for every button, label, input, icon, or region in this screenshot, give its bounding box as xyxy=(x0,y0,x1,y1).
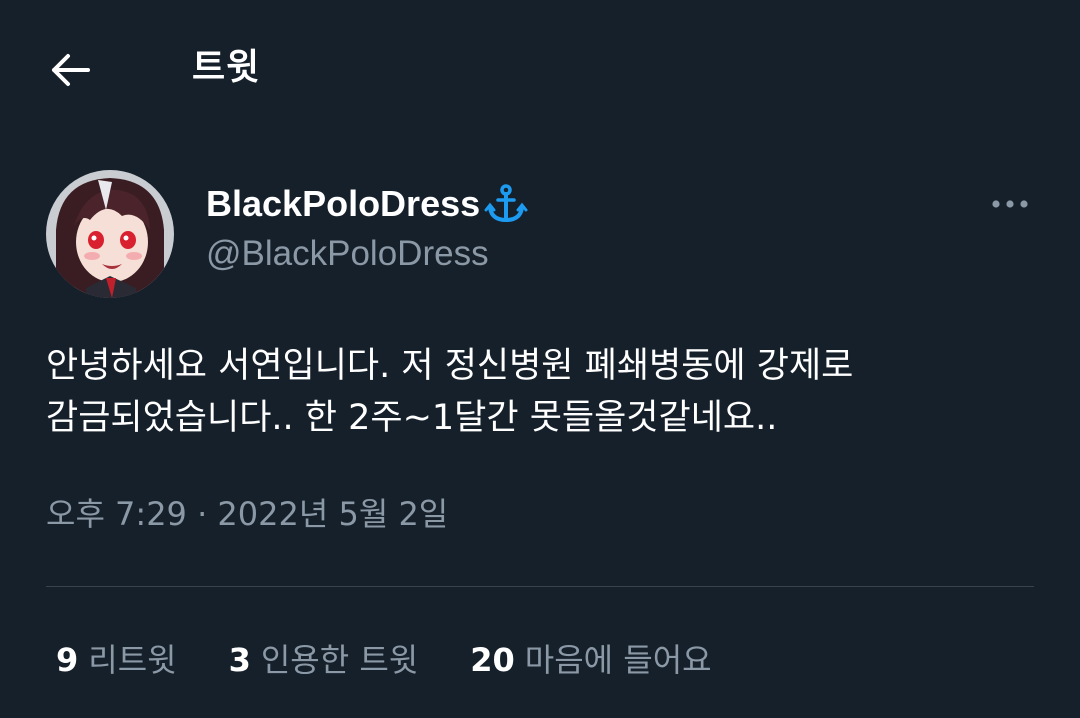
quote-tweets-label: 인용한 트윗 xyxy=(260,641,419,679)
quote-tweets-stat[interactable]: 3 인용한 트윗 xyxy=(229,635,419,681)
back-button[interactable] xyxy=(44,44,96,96)
likes-count: 20 xyxy=(470,641,515,679)
tweet-text: 안녕하세요 서연입니다. 저 정신병원 폐쇄병동에 강제로 감금되었습니다.. … xyxy=(46,340,1046,444)
quote-tweets-count: 3 xyxy=(228,641,251,679)
retweets-count: 9 xyxy=(56,641,79,679)
likes-label: 마음에 들어요 xyxy=(524,641,712,679)
top-bar: 트윗 xyxy=(0,0,1080,140)
author-handle[interactable]: @BlackPoloDress xyxy=(206,228,528,280)
anchor-icon xyxy=(484,184,528,224)
retweets-stat[interactable]: 9 리트윗 xyxy=(56,635,177,681)
retweets-label: 리트윗 xyxy=(88,641,177,679)
divider xyxy=(46,586,1034,587)
page-title: 트윗 xyxy=(192,47,261,88)
arrow-left-icon xyxy=(52,54,90,86)
more-options-button[interactable] xyxy=(986,188,1034,220)
author-info: BlackPoloDress @BlackPoloDress xyxy=(206,180,528,280)
tweet-stats: 9 리트윗 3 인용한 트윗 20 마음에 들어요 xyxy=(56,634,764,682)
avatar[interactable] xyxy=(46,170,174,298)
likes-stat[interactable]: 20 마음에 들어요 xyxy=(470,635,711,681)
avatar-image xyxy=(46,170,174,298)
display-name-row: BlackPoloDress xyxy=(206,180,528,228)
tweet-text-line: 감금되었습니다.. 한 2주~1달간 못들올것같네요.. xyxy=(46,398,778,438)
tweet-timestamp[interactable]: 오후 7:29 · 2022년 5월 2일 xyxy=(46,490,448,538)
more-horizontal-icon xyxy=(992,200,1028,208)
tweet-text-line: 안녕하세요 서연입니다. 저 정신병원 폐쇄병동에 강제로 xyxy=(46,346,854,386)
author-display-name[interactable]: BlackPoloDress xyxy=(206,180,480,228)
